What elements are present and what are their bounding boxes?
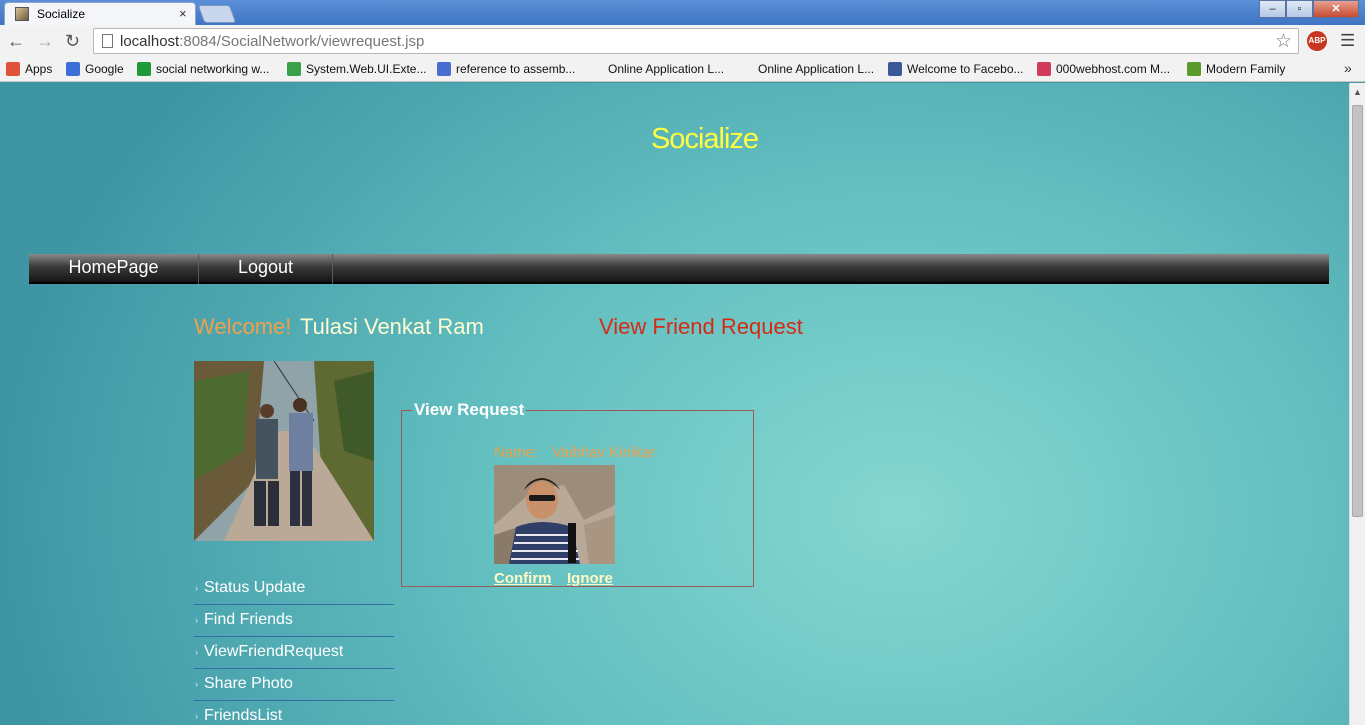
bookmark-item[interactable]: Online Application L...: [608, 62, 724, 76]
facebook-icon: [888, 62, 902, 76]
chevron-green-icon: [137, 62, 151, 76]
browser-titlebar: Socialize × – ▫ ✕: [0, 0, 1365, 25]
bullet-icon: ›: [195, 647, 198, 657]
requester-name-label: Name:: [494, 444, 539, 461]
requester-photo: [494, 465, 615, 564]
google-icon: [66, 62, 80, 76]
tab-close-icon[interactable]: ×: [179, 6, 187, 21]
view-request-legend: View Request: [414, 400, 525, 419]
diamond-icon: [437, 62, 451, 76]
vertical-scrollbar[interactable]: ▲: [1349, 83, 1365, 725]
adblock-icon[interactable]: ABP: [1307, 31, 1327, 51]
apps-grid-icon: [6, 62, 20, 76]
reload-icon[interactable]: ↻: [65, 31, 80, 52]
window-controls: – ▫ ✕: [1259, 0, 1359, 18]
bullet-icon: ›: [195, 615, 198, 625]
close-window-icon[interactable]: ✕: [1313, 0, 1359, 18]
minimize-icon[interactable]: –: [1259, 0, 1286, 18]
profile-photo: [194, 361, 374, 541]
scroll-thumb[interactable]: [1352, 105, 1363, 517]
username: Tulasi Venkat Ram: [300, 314, 484, 339]
bookmark-item[interactable]: Welcome to Facebo...: [888, 62, 1024, 76]
tab-title: Socialize: [37, 7, 86, 21]
side-menu-item-status-update[interactable]: › Status Update: [194, 573, 394, 605]
page-heading: View Friend Request: [599, 314, 803, 339]
site-title: Socialize: [650, 123, 759, 155]
bookmarks-bar: Apps Google social networking w... System.W…: [0, 58, 1365, 82]
scroll-up-arrow-icon[interactable]: ▲: [1353, 87, 1362, 97]
nav-homepage[interactable]: HomePage: [29, 254, 199, 284]
bookmark-item[interactable]: Google: [66, 62, 124, 76]
bookmarks-more-icon[interactable]: »: [1344, 60, 1352, 76]
main-navbar: HomePage Logout: [29, 254, 1329, 284]
page-content: Socialize HomePage Logout Welcome! Tulas…: [0, 83, 1349, 725]
side-menu-item-view-friend-request[interactable]: › ViewFriendRequest: [194, 637, 394, 669]
webhost-icon: [1037, 62, 1051, 76]
maximize-icon[interactable]: ▫: [1286, 0, 1313, 18]
bullet-icon: ›: [195, 679, 198, 689]
check-icon: [287, 62, 301, 76]
ignore-link[interactable]: Ignore: [567, 570, 613, 587]
bookmark-star-icon[interactable]: ☆: [1275, 30, 1292, 53]
bookmark-item[interactable]: Modern Family: [1187, 62, 1285, 76]
requester-name: Vaibhav Kinikar: [552, 444, 656, 461]
side-menu-item-friends-list[interactable]: › FriendsList: [194, 701, 394, 725]
url-text: localhost:8084/SocialNetwork/viewrequest…: [120, 33, 425, 50]
bookmark-item[interactable]: Online Application L...: [758, 62, 874, 76]
browser-menu-icon[interactable]: ☰: [1340, 31, 1355, 51]
browser-toolbar: ← → ↻ localhost:8084/SocialNetwork/viewr…: [0, 25, 1365, 58]
bookmark-item[interactable]: reference to assemb...: [437, 62, 575, 76]
nav-logout[interactable]: Logout: [199, 254, 333, 284]
side-menu-item-share-photo[interactable]: › Share Photo: [194, 669, 394, 701]
side-menu: › Status Update › Find Friends › ViewFriend…: [194, 573, 394, 725]
bookmark-item[interactable]: System.Web.UI.Exte...: [287, 62, 426, 76]
bookmark-item[interactable]: 000webhost.com M...: [1037, 62, 1170, 76]
new-tab-button[interactable]: [197, 5, 237, 23]
confirm-link[interactable]: Confirm: [494, 570, 552, 587]
browser-tab[interactable]: Socialize ×: [4, 2, 196, 25]
tree-icon: [1187, 62, 1201, 76]
bookmark-item[interactable]: social networking w...: [137, 62, 269, 76]
bookmark-item[interactable]: Apps: [6, 62, 52, 76]
back-arrow-icon[interactable]: ←: [7, 31, 25, 52]
bullet-icon: ›: [195, 711, 198, 721]
site-favicon-icon: [15, 7, 29, 21]
view-request-box: View Request Name: Vaibhav Kinikar Confi…: [401, 400, 754, 587]
welcome-label: Welcome!: [194, 314, 292, 339]
side-menu-item-find-friends[interactable]: › Find Friends: [194, 605, 394, 637]
forward-arrow-icon[interactable]: →: [36, 31, 54, 52]
page-icon: [102, 34, 113, 48]
address-bar[interactable]: localhost:8084/SocialNetwork/viewrequest…: [93, 28, 1299, 54]
bullet-icon: ›: [195, 583, 198, 593]
